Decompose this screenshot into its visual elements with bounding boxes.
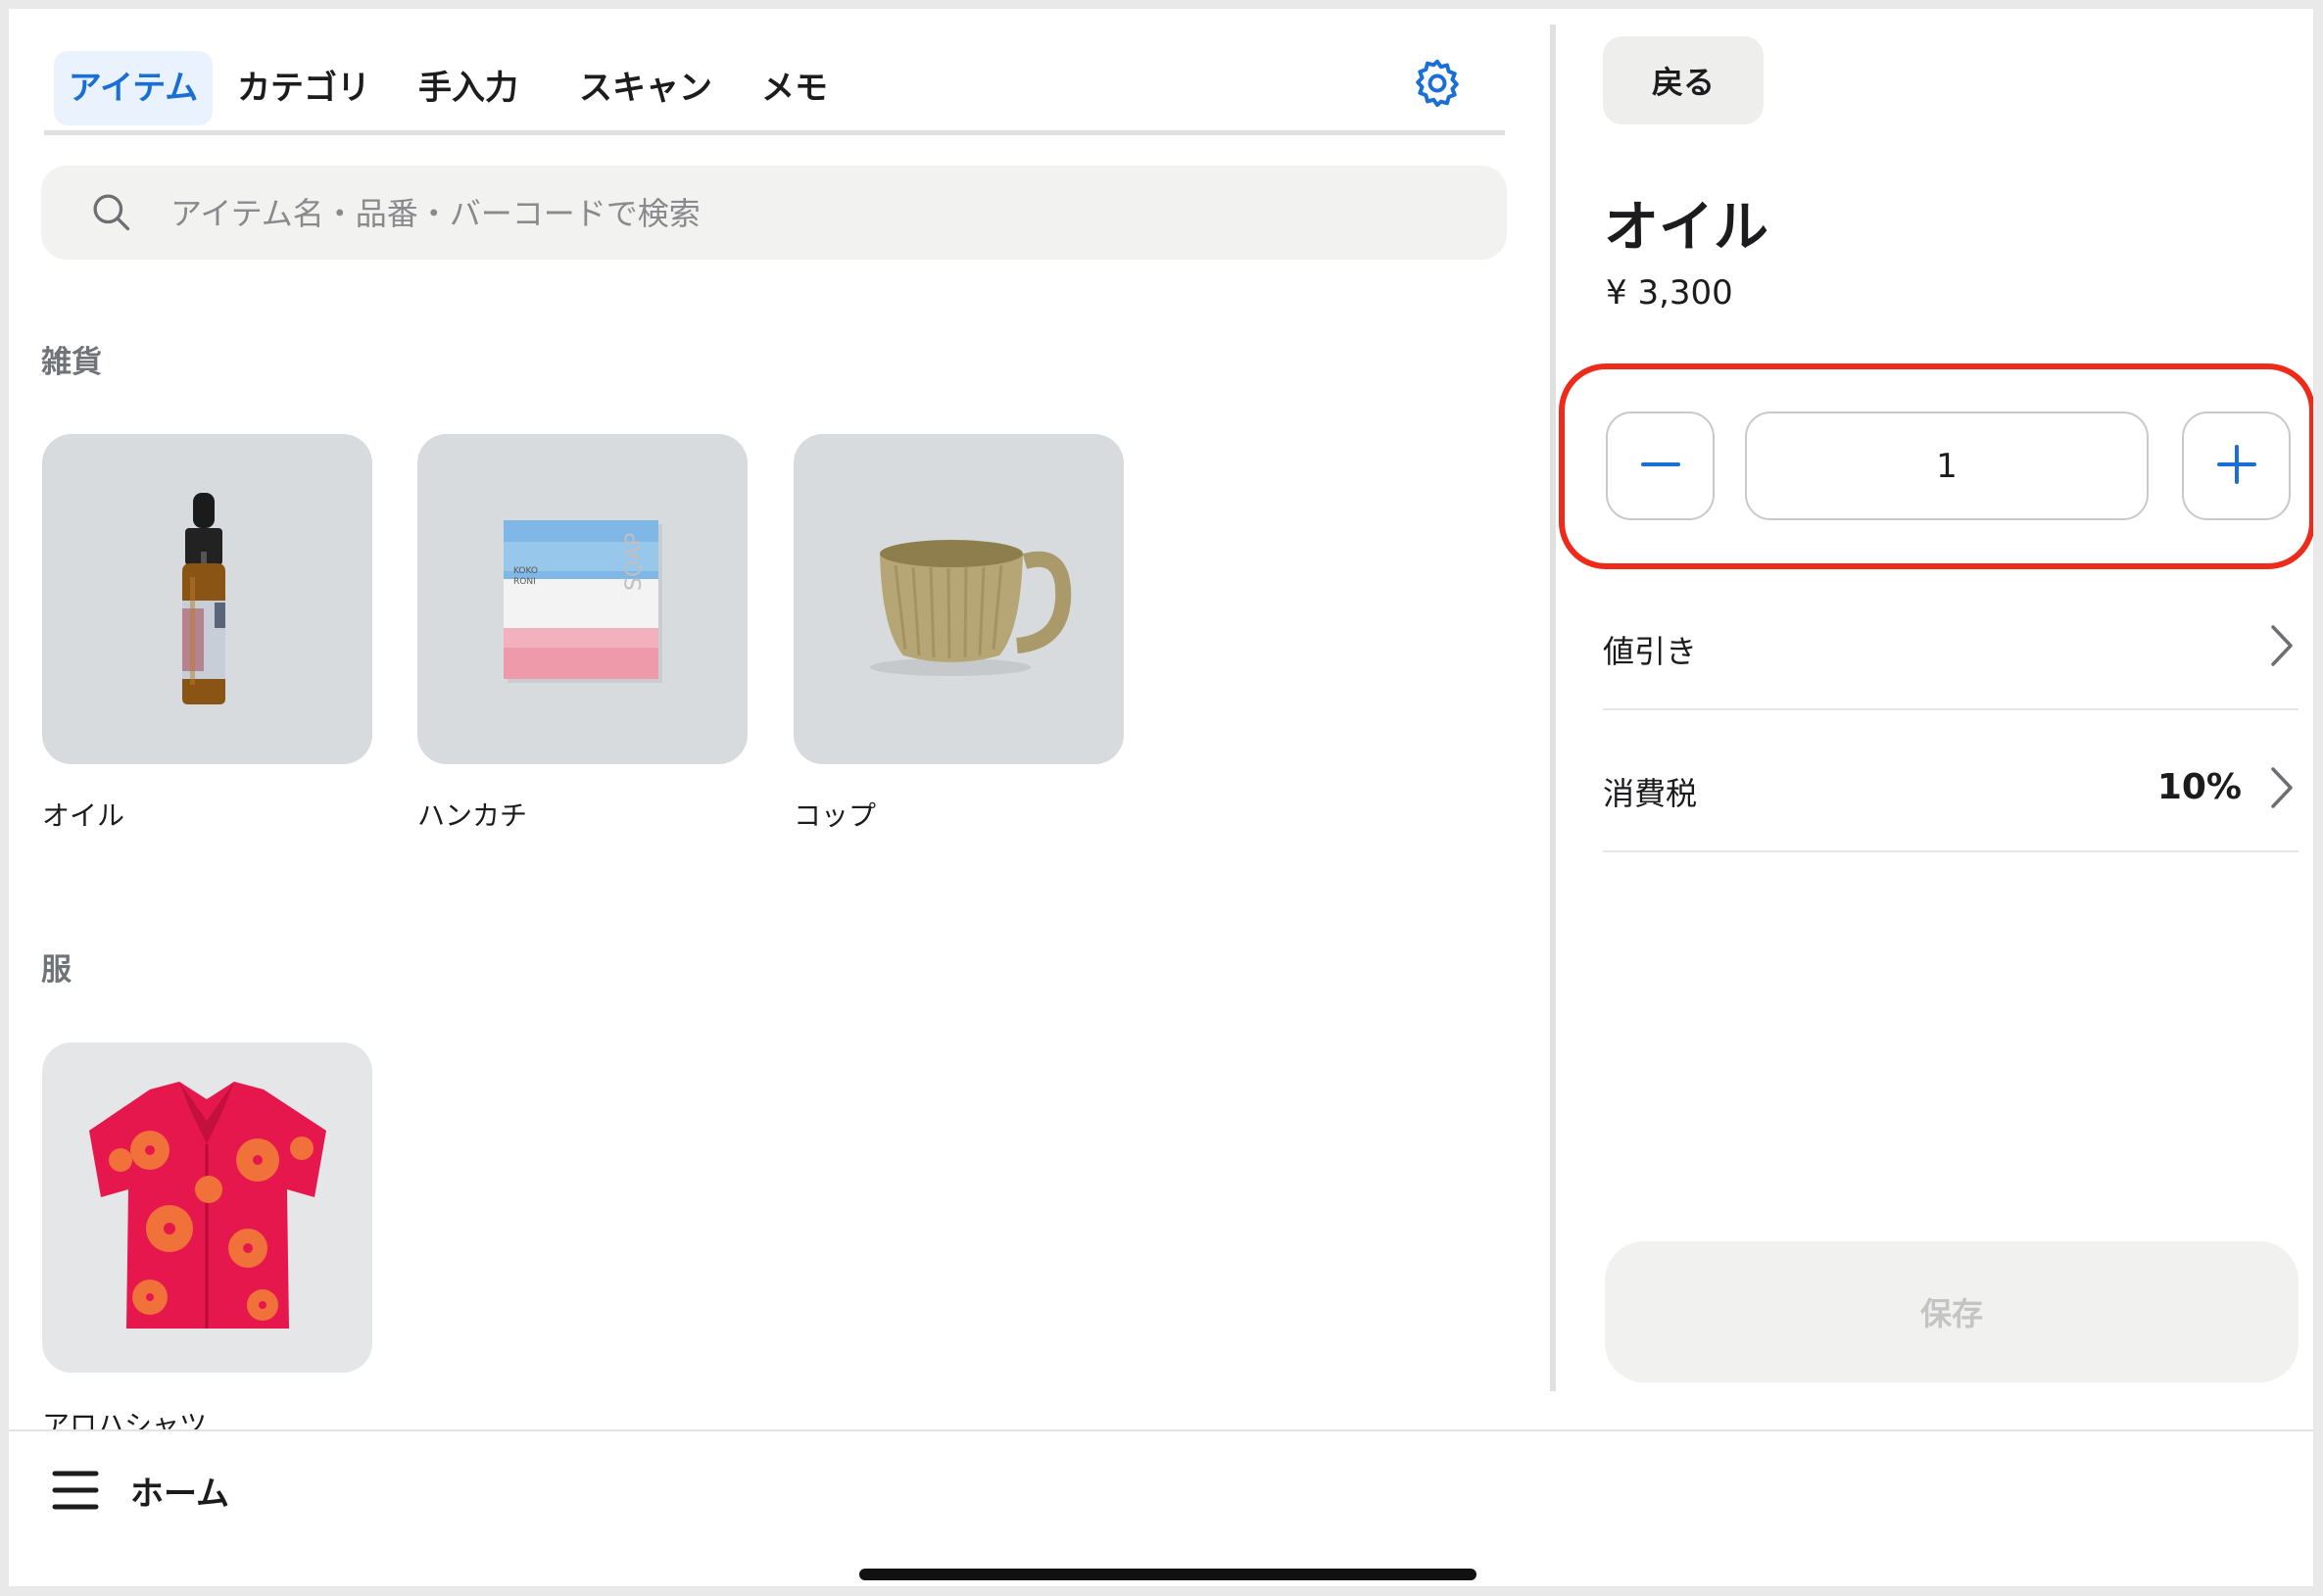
- soap-handkerchief-image: KOKO RONI SOAP: [504, 520, 662, 683]
- pane-divider: [1550, 24, 1556, 1391]
- discount-label: 値引き: [1603, 633, 1698, 670]
- tax-value: 10%: [2156, 767, 2242, 807]
- item-browser: アイテム カテゴリ 手入力 スキャン メモ 雑貨: [9, 9, 1557, 1429]
- section-title-goods: 雑貨: [41, 345, 102, 380]
- svg-text:SOAP: SOAP: [622, 533, 647, 591]
- save-button[interactable]: 保存: [1605, 1241, 2299, 1382]
- item-label: ハンカチ: [417, 799, 528, 832]
- search-bar[interactable]: [41, 166, 1507, 260]
- search-input[interactable]: [169, 183, 1446, 244]
- item-label: アロハシャツ: [42, 1409, 208, 1429]
- home-indicator[interactable]: [859, 1569, 1476, 1580]
- svg-text:RONI: RONI: [513, 577, 536, 587]
- chevron-right-icon: [2271, 625, 2293, 666]
- item-tile-cup[interactable]: [794, 434, 1124, 764]
- tab-divider: [44, 130, 1505, 135]
- item-tile-oil[interactable]: [42, 434, 372, 764]
- home-title: ホーム: [130, 1475, 229, 1514]
- oil-bottle-image: [182, 493, 225, 704]
- minus-icon: [1640, 462, 1680, 466]
- aloha-shirt-image: [89, 1082, 326, 1329]
- tab-manual-entry[interactable]: 手入力: [405, 51, 532, 125]
- tab-items[interactable]: アイテム: [54, 51, 213, 125]
- item-price: ¥ 3,300: [1606, 273, 1733, 313]
- row-divider: [1603, 850, 2299, 852]
- discount-row[interactable]: 値引き: [1603, 578, 2299, 717]
- tab-categories[interactable]: カテゴリ: [230, 51, 377, 125]
- tab-bar: アイテム カテゴリ 手入力 スキャン メモ: [44, 41, 1514, 129]
- tax-label: 消費税: [1603, 775, 1698, 812]
- item-label: コップ: [794, 799, 877, 832]
- item-title: オイル: [1604, 196, 1768, 260]
- tab-memo[interactable]: メモ: [746, 51, 844, 125]
- item-tile-handkerchief[interactable]: KOKO RONI SOAP: [417, 434, 748, 764]
- quantity-input[interactable]: [1745, 411, 2149, 520]
- section-title-clothes: 服: [41, 952, 72, 988]
- plus-icon: [2216, 445, 2256, 484]
- tax-row[interactable]: 消費税 10%: [1603, 720, 2299, 859]
- back-button[interactable]: 戻る: [1603, 36, 1764, 124]
- decrement-button[interactable]: [1606, 411, 1715, 520]
- cup-image: [870, 540, 1072, 676]
- item-label: オイル: [42, 799, 125, 832]
- svg-text:KOKO: KOKO: [513, 566, 538, 576]
- app-screen: アイテム カテゴリ 手入力 スキャン メモ 雑貨: [9, 9, 2313, 1586]
- chevron-right-icon: [2271, 767, 2293, 808]
- hamburger-menu-icon[interactable]: [52, 1469, 99, 1512]
- item-tile-aloha-shirt[interactable]: [42, 1042, 372, 1373]
- bottom-bar: ホーム: [9, 1429, 2313, 1586]
- settings-gear-icon[interactable]: [1410, 56, 1465, 111]
- row-divider: [1603, 708, 2299, 710]
- increment-button[interactable]: [2182, 411, 2291, 520]
- search-icon: [93, 194, 130, 231]
- tab-scan[interactable]: スキャン: [567, 51, 724, 125]
